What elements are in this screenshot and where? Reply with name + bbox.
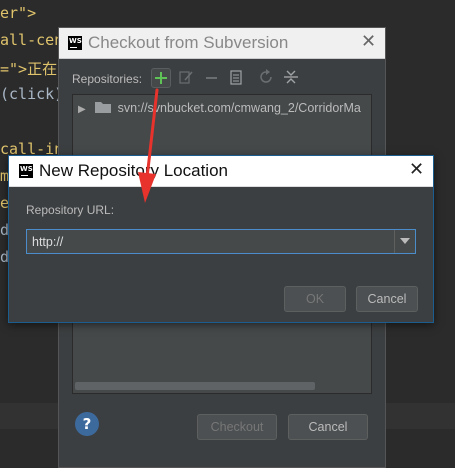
repository-url-label: Repository URL: <box>26 203 115 217</box>
folder-icon <box>95 102 112 113</box>
edit-icon[interactable] <box>177 68 197 88</box>
expand-arrow-icon[interactable]: ▶ <box>78 104 86 115</box>
editor-line-4: (click) <box>0 85 64 103</box>
horizontal-scrollbar[interactable] <box>75 382 315 390</box>
browse-icon[interactable] <box>227 68 247 88</box>
webstorm-logo-icon: WS <box>68 36 82 50</box>
ok-button[interactable]: OK <box>284 286 346 312</box>
checkout-close-icon[interactable]: ✕ <box>361 31 376 52</box>
refresh-icon[interactable] <box>257 68 277 88</box>
checkout-title-bar[interactable]: WS Checkout from Subversion ✕ <box>59 28 385 59</box>
webstorm-logo-icon: WS <box>19 164 33 178</box>
editor-line-3: =">正在 <box>0 60 58 78</box>
new-repo-cancel-button[interactable]: Cancel <box>356 286 418 312</box>
checkout-dialog-title: Checkout from Subversion <box>88 33 289 52</box>
collapse-all-icon[interactable] <box>282 68 302 88</box>
new-repo-title-bar[interactable]: WS New Repository Location ✕ <box>9 156 433 187</box>
repository-url-combobox[interactable] <box>26 229 416 254</box>
add-repository-button[interactable] <box>151 68 171 88</box>
editor-line-1: er"> <box>0 4 37 22</box>
checkout-cancel-button[interactable]: Cancel <box>288 414 368 440</box>
new-repo-dialog-title: New Repository Location <box>39 161 228 180</box>
plus-icon <box>155 72 167 84</box>
tree-item-repository[interactable]: ▶ svn://svnbucket.com/cmwang_2/CorridorM… <box>78 101 361 115</box>
chevron-down-icon <box>400 238 410 244</box>
checkout-button[interactable]: Checkout <box>197 414 277 440</box>
new-repo-close-icon[interactable]: ✕ <box>409 159 424 180</box>
editor-line-2: all-cen <box>0 31 64 49</box>
repository-url-input[interactable] <box>27 230 393 253</box>
repositories-label: Repositories: <box>72 72 143 86</box>
new-repository-dialog: WS New Repository Location ✕ Repository … <box>8 155 434 323</box>
url-dropdown-button[interactable] <box>394 230 415 253</box>
help-icon[interactable]: ? <box>75 412 99 436</box>
tree-item-label: svn://svnbucket.com/cmwang_2/CorridorMa <box>117 101 361 115</box>
remove-icon[interactable] <box>203 68 223 88</box>
